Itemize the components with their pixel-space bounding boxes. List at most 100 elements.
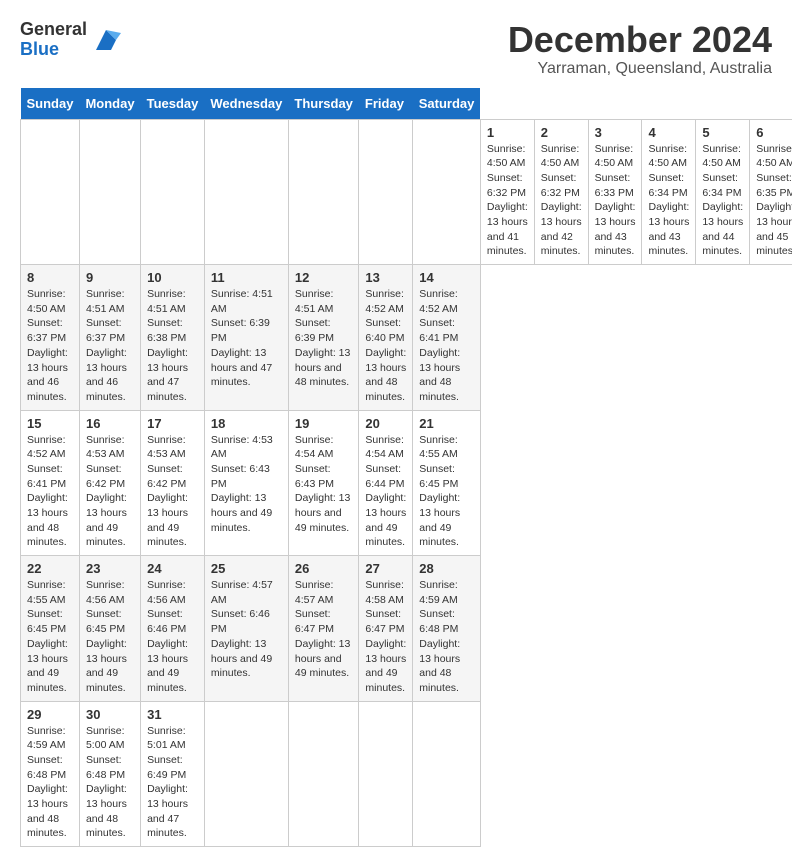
day-number: 9 [86, 270, 134, 285]
day-number: 1 [487, 125, 528, 140]
day-number: 12 [295, 270, 353, 285]
calendar-week-row: 15 Sunrise: 4:52 AMSunset: 6:41 PMDayligh… [21, 410, 792, 556]
calendar-cell [79, 119, 140, 265]
calendar-cell [204, 701, 288, 847]
calendar-cell [21, 119, 80, 265]
day-info: Sunrise: 4:51 AMSunset: 6:39 PMDaylight:… [211, 287, 282, 390]
day-number: 2 [541, 125, 582, 140]
calendar-cell: 30 Sunrise: 5:00 AMSunset: 6:48 PMDayligh… [79, 701, 140, 847]
day-info: Sunrise: 4:51 AMSunset: 6:37 PMDaylight:… [86, 287, 134, 405]
day-number: 30 [86, 707, 134, 722]
calendar-cell: 26 Sunrise: 4:57 AMSunset: 6:47 PMDayligh… [288, 556, 359, 702]
calendar-cell [413, 119, 481, 265]
day-number: 14 [419, 270, 474, 285]
calendar-cell [359, 119, 413, 265]
calendar-cell: 25 Sunrise: 4:57 AMSunset: 6:46 PMDayligh… [204, 556, 288, 702]
day-number: 20 [365, 416, 406, 431]
day-info: Sunrise: 4:56 AMSunset: 6:46 PMDaylight:… [147, 578, 198, 696]
calendar-cell: 16Sunrise: 4:53 AMSunset: 6:42 PMDayligh… [79, 410, 140, 556]
day-info: Sunrise: 4:54 AMSunset: 6:43 PMDaylight:… [295, 433, 353, 536]
logo: General Blue [20, 20, 121, 60]
day-number: 28 [419, 561, 474, 576]
day-number: 31 [147, 707, 198, 722]
day-number: 27 [365, 561, 406, 576]
calendar-cell: 14 Sunrise: 4:52 AMSunset: 6:41 PMDayligh… [413, 265, 481, 411]
calendar-cell: 1Sunrise: 4:50 AMSunset: 6:32 PMDaylight… [480, 119, 534, 265]
calendar-cell: 2 Sunrise: 4:50 AMSunset: 6:32 PMDaylight… [534, 119, 588, 265]
day-number: 19 [295, 416, 353, 431]
calendar-table: SundayMondayTuesdayWednesdayThursdayFrid… [20, 88, 792, 848]
logo-icon [91, 25, 121, 55]
header-tuesday: Tuesday [141, 88, 205, 120]
day-number: 3 [595, 125, 636, 140]
calendar-cell: 31Sunrise: 5:01 AMSunset: 6:49 PMDayligh… [141, 701, 205, 847]
calendar-cell: 21 Sunrise: 4:55 AMSunset: 6:45 PMDayligh… [413, 410, 481, 556]
calendar-cell: 12 Sunrise: 4:51 AMSunset: 6:39 PMDayligh… [288, 265, 359, 411]
day-info: Sunrise: 5:00 AMSunset: 6:48 PMDaylight:… [86, 724, 134, 842]
day-number: 25 [211, 561, 282, 576]
day-info: Sunrise: 4:51 AMSunset: 6:39 PMDaylight:… [295, 287, 353, 390]
calendar-cell: 17 Sunrise: 4:53 AMSunset: 6:42 PMDayligh… [141, 410, 205, 556]
calendar-cell [141, 119, 205, 265]
day-info: Sunrise: 4:53 AMSunset: 6:43 PMDaylight:… [211, 433, 282, 536]
calendar-cell [359, 701, 413, 847]
calendar-cell: 6Sunrise: 4:50 AMSunset: 6:35 PMDaylight… [750, 119, 792, 265]
calendar-cell: 19 Sunrise: 4:54 AMSunset: 6:43 PMDayligh… [288, 410, 359, 556]
month-title: December 2024 [508, 20, 772, 60]
calendar-cell: 20 Sunrise: 4:54 AMSunset: 6:44 PMDayligh… [359, 410, 413, 556]
day-info: Sunrise: 4:55 AMSunset: 6:45 PMDaylight:… [419, 433, 474, 551]
day-number: 17 [147, 416, 198, 431]
day-number: 15 [27, 416, 73, 431]
header-monday: Monday [79, 88, 140, 120]
logo-general: General [20, 20, 87, 40]
day-info: Sunrise: 4:57 AMSunset: 6:47 PMDaylight:… [295, 578, 353, 681]
day-info: Sunrise: 4:52 AMSunset: 6:41 PMDaylight:… [27, 433, 73, 551]
day-number: 13 [365, 270, 406, 285]
day-number: 8 [27, 270, 73, 285]
title-section: December 2024 Yarraman, Queensland, Aust… [508, 20, 772, 78]
logo-text: General Blue [20, 20, 87, 60]
day-info: Sunrise: 4:52 AMSunset: 6:41 PMDaylight:… [419, 287, 474, 405]
calendar-cell: 13Sunrise: 4:52 AMSunset: 6:40 PMDayligh… [359, 265, 413, 411]
day-info: Sunrise: 4:58 AMSunset: 6:47 PMDaylight:… [365, 578, 406, 696]
page-header: General Blue December 2024 Yarraman, Que… [20, 20, 772, 78]
calendar-cell [288, 701, 359, 847]
day-info: Sunrise: 4:51 AMSunset: 6:38 PMDaylight:… [147, 287, 198, 405]
subtitle: Yarraman, Queensland, Australia [508, 60, 772, 78]
calendar-cell: 24 Sunrise: 4:56 AMSunset: 6:46 PMDayligh… [141, 556, 205, 702]
calendar-cell [288, 119, 359, 265]
calendar-cell: 5Sunrise: 4:50 AMSunset: 6:34 PMDaylight… [696, 119, 750, 265]
calendar-header-row: SundayMondayTuesdayWednesdayThursdayFrid… [21, 88, 792, 120]
day-info: Sunrise: 4:57 AMSunset: 6:46 PMDaylight:… [211, 578, 282, 681]
calendar-week-row: 29Sunrise: 4:59 AMSunset: 6:48 PMDayligh… [21, 701, 792, 847]
calendar-cell [413, 701, 481, 847]
day-info: Sunrise: 4:53 AMSunset: 6:42 PMDaylight:… [147, 433, 198, 551]
day-info: Sunrise: 4:50 AMSunset: 6:32 PMDaylight:… [541, 142, 582, 260]
day-number: 5 [702, 125, 743, 140]
header-sunday: Sunday [21, 88, 80, 120]
header-saturday: Saturday [413, 88, 481, 120]
day-number: 21 [419, 416, 474, 431]
day-number: 10 [147, 270, 198, 285]
header-friday: Friday [359, 88, 413, 120]
header-thursday: Thursday [288, 88, 359, 120]
calendar-cell: 9 Sunrise: 4:51 AMSunset: 6:37 PMDaylight… [79, 265, 140, 411]
day-number: 18 [211, 416, 282, 431]
day-number: 11 [211, 270, 282, 285]
calendar-cell: 3Sunrise: 4:50 AMSunset: 6:33 PMDaylight… [588, 119, 642, 265]
calendar-cell: 23 Sunrise: 4:56 AMSunset: 6:45 PMDayligh… [79, 556, 140, 702]
calendar-week-row: 8Sunrise: 4:50 AMSunset: 6:37 PMDaylight… [21, 265, 792, 411]
calendar-week-row: 1 Sunrise: 4:50 AMSunset: 6:32 PMDaylight… [21, 119, 792, 265]
calendar-cell: 28 Sunrise: 4:59 AMSunset: 6:48 PMDayligh… [413, 556, 481, 702]
calendar-cell [204, 119, 288, 265]
day-info: Sunrise: 4:56 AMSunset: 6:45 PMDaylight:… [86, 578, 134, 696]
day-number: 26 [295, 561, 353, 576]
day-number: 23 [86, 561, 134, 576]
day-number: 24 [147, 561, 198, 576]
calendar-cell: 15 Sunrise: 4:52 AMSunset: 6:41 PMDayligh… [21, 410, 80, 556]
day-number: 16 [86, 416, 134, 431]
day-info: Sunrise: 4:59 AMSunset: 6:48 PMDaylight:… [419, 578, 474, 696]
calendar-cell: 18 Sunrise: 4:53 AMSunset: 6:43 PMDayligh… [204, 410, 288, 556]
day-info: Sunrise: 4:54 AMSunset: 6:44 PMDaylight:… [365, 433, 406, 551]
day-info: Sunrise: 4:59 AMSunset: 6:48 PMDaylight:… [27, 724, 73, 842]
